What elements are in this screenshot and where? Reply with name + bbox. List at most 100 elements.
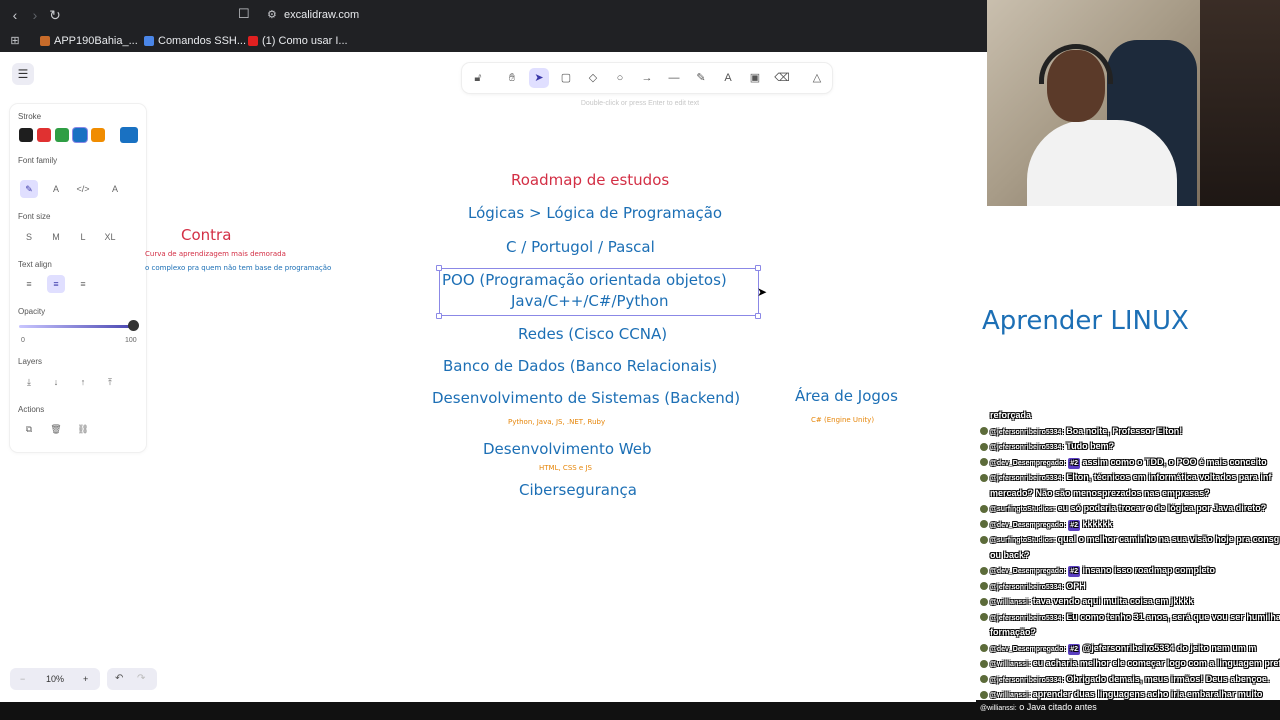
- chat-text: Tudo bem?: [1066, 441, 1115, 451]
- resize-handle[interactable]: [755, 313, 761, 319]
- chat-message: @jefersonribeiro5334: OPH: [980, 581, 1086, 593]
- font-size-xl[interactable]: XL: [101, 228, 119, 246]
- contra-line[interactable]: o complexo pra quem não tem base de prog…: [145, 264, 331, 272]
- back-icon[interactable]: ‹: [6, 6, 24, 24]
- undo-icon[interactable]: ↶: [115, 668, 123, 690]
- apps-icon[interactable]: ⊞: [6, 32, 24, 50]
- address-bar[interactable]: ⚙ excalidraw.com: [262, 4, 862, 26]
- font-size-s[interactable]: S: [20, 228, 38, 246]
- chat-user: @dev_Desempregado:: [990, 521, 1066, 529]
- resize-handle[interactable]: [436, 313, 442, 319]
- chat-text: tava vendo aqui muita coisa em jkkkk: [1032, 596, 1194, 606]
- arrow-icon[interactable]: →: [637, 68, 657, 88]
- font-more-icon[interactable]: A: [106, 180, 124, 198]
- roadmap-item[interactable]: Banco de Dados (Banco Relacionais): [443, 357, 717, 375]
- rectangle-icon[interactable]: ▢: [556, 68, 576, 88]
- chat-message: @jefersonribeiro5334: Eu como tenho 31 a…: [980, 612, 1280, 624]
- contra-title[interactable]: Contra: [181, 226, 231, 244]
- chat-user: @jefersonribeiro5334:: [990, 428, 1064, 436]
- roadmap-item[interactable]: Redes (Cisco CCNA): [518, 325, 667, 343]
- opacity-slider[interactable]: [19, 325, 133, 328]
- site-settings-icon[interactable]: ⚙: [267, 4, 277, 26]
- avatar: [980, 644, 988, 653]
- roadmap-item[interactable]: Cibersegurança: [519, 481, 637, 499]
- bookmark-item[interactable]: Comandos SSH...: [144, 33, 246, 49]
- pointer-icon[interactable]: ➤: [529, 68, 549, 88]
- chat-text: Elton, técnicos em informática voltados …: [1066, 472, 1272, 482]
- jogos-title[interactable]: Área de Jogos: [795, 387, 898, 405]
- roadmap-item-selected[interactable]: Java/C++/C#/Python: [511, 292, 669, 310]
- font-size-m[interactable]: M: [47, 228, 65, 246]
- hand-icon[interactable]: ✋︎: [502, 68, 522, 88]
- lock-icon[interactable]: 🔓︎: [468, 68, 488, 88]
- zoom-in-button[interactable]: +: [83, 668, 88, 690]
- opacity-label: Opacity: [18, 307, 46, 316]
- stroke-swatch-blue[interactable]: [73, 128, 87, 142]
- linux-text[interactable]: Aprender LINUX: [982, 306, 1189, 336]
- roadmap-item[interactable]: Lógicas > Lógica de Programação: [468, 204, 722, 222]
- chat-user: @dev_Desempregado:: [990, 459, 1066, 467]
- zoom-level[interactable]: 10%: [46, 668, 64, 690]
- chat-user: @willianssi:: [990, 692, 1031, 699]
- stroke-swatch-green[interactable]: [55, 128, 69, 142]
- bring-forward-icon[interactable]: ↑: [74, 373, 92, 391]
- contra-line[interactable]: Curva de aprendizagem mais demorada: [145, 250, 286, 258]
- pencil-icon[interactable]: ✎: [691, 68, 711, 88]
- favicon-icon: [40, 36, 50, 46]
- text-align-label: Text align: [18, 260, 52, 269]
- current-stroke-color[interactable]: [120, 127, 138, 143]
- link-icon[interactable]: ⛓︎: [74, 420, 92, 438]
- jogos-subitem[interactable]: C# (Engine Unity): [811, 416, 874, 424]
- chat-message: ou back?: [990, 550, 1030, 561]
- chat-text: ou back?: [990, 549, 1030, 560]
- align-left-icon[interactable]: ≡: [20, 275, 38, 293]
- zoom-out-button[interactable]: −: [20, 668, 25, 690]
- chat-text: qual o melhor caminho na sua visão hoje …: [1057, 534, 1280, 544]
- reload-icon[interactable]: ↻: [46, 6, 64, 24]
- streamer-body: [1027, 120, 1177, 206]
- opacity-slider-knob[interactable]: [128, 320, 139, 331]
- duplicate-icon[interactable]: ⧉: [20, 420, 38, 438]
- bring-to-front-icon[interactable]: ⤒: [101, 373, 119, 391]
- font-family-label: Font family: [18, 156, 58, 165]
- align-right-icon[interactable]: ≡: [74, 275, 92, 293]
- eraser-icon[interactable]: ⌫: [772, 68, 792, 88]
- delete-icon[interactable]: 🗑︎: [47, 420, 65, 438]
- image-icon[interactable]: ▣: [745, 68, 765, 88]
- chat-message: @jefersonribeiro5334: Boa noite, Profess…: [980, 426, 1182, 438]
- chat-message: @willianssi: tava vendo aqui muita coisa…: [980, 596, 1193, 608]
- text-icon[interactable]: A: [718, 68, 738, 88]
- stroke-swatch-black[interactable]: [19, 128, 33, 142]
- roadmap-item[interactable]: C / Portugol / Pascal: [506, 238, 655, 256]
- bookmark-item[interactable]: APP190Bahia_...: [40, 33, 138, 49]
- youtube-icon: [248, 36, 258, 46]
- bookmark-item[interactable]: (1) Como usar I...: [248, 33, 348, 49]
- main-menu-button[interactable]: ☰: [12, 63, 34, 85]
- forward-icon[interactable]: ›: [26, 6, 44, 24]
- font-code-icon[interactable]: </>: [74, 180, 92, 198]
- stroke-swatch-orange[interactable]: [91, 128, 105, 142]
- redo-icon[interactable]: ↷: [137, 668, 145, 690]
- ellipse-icon[interactable]: ○: [610, 68, 630, 88]
- roadmap-subitem[interactable]: Python, Java, JS, .NET, Ruby: [508, 418, 605, 426]
- font-normal-icon[interactable]: A: [47, 180, 65, 198]
- align-center-icon[interactable]: ≡: [47, 275, 65, 293]
- extra-tools-icon[interactable]: △: [807, 68, 827, 88]
- line-icon[interactable]: —: [664, 68, 684, 88]
- chat-footer: @willianssi: o Java citado antes: [976, 700, 1280, 714]
- roadmap-item[interactable]: Desenvolvimento Web: [483, 440, 651, 458]
- stroke-swatch-red[interactable]: [37, 128, 51, 142]
- font-size-l[interactable]: L: [74, 228, 92, 246]
- diamond-icon[interactable]: ◇: [583, 68, 603, 88]
- send-to-back-icon[interactable]: ⤓: [20, 373, 38, 391]
- chat-message: @jefersonribeiro5334: Elton, técnicos em…: [980, 472, 1271, 484]
- send-backward-icon[interactable]: ↓: [47, 373, 65, 391]
- resize-handle[interactable]: [755, 265, 761, 271]
- opacity-max: 100: [125, 337, 137, 344]
- roadmap-title[interactable]: Roadmap de estudos: [511, 171, 669, 189]
- font-handdrawn-icon[interactable]: ✎: [20, 180, 38, 198]
- bookmark-icon[interactable]: ☐: [238, 6, 250, 22]
- roadmap-item[interactable]: Desenvolvimento de Sistemas (Backend): [432, 389, 740, 407]
- roadmap-subitem[interactable]: HTML, CSS e JS: [539, 464, 592, 472]
- roadmap-item-selected[interactable]: POO (Programação orientada objetos): [442, 271, 727, 289]
